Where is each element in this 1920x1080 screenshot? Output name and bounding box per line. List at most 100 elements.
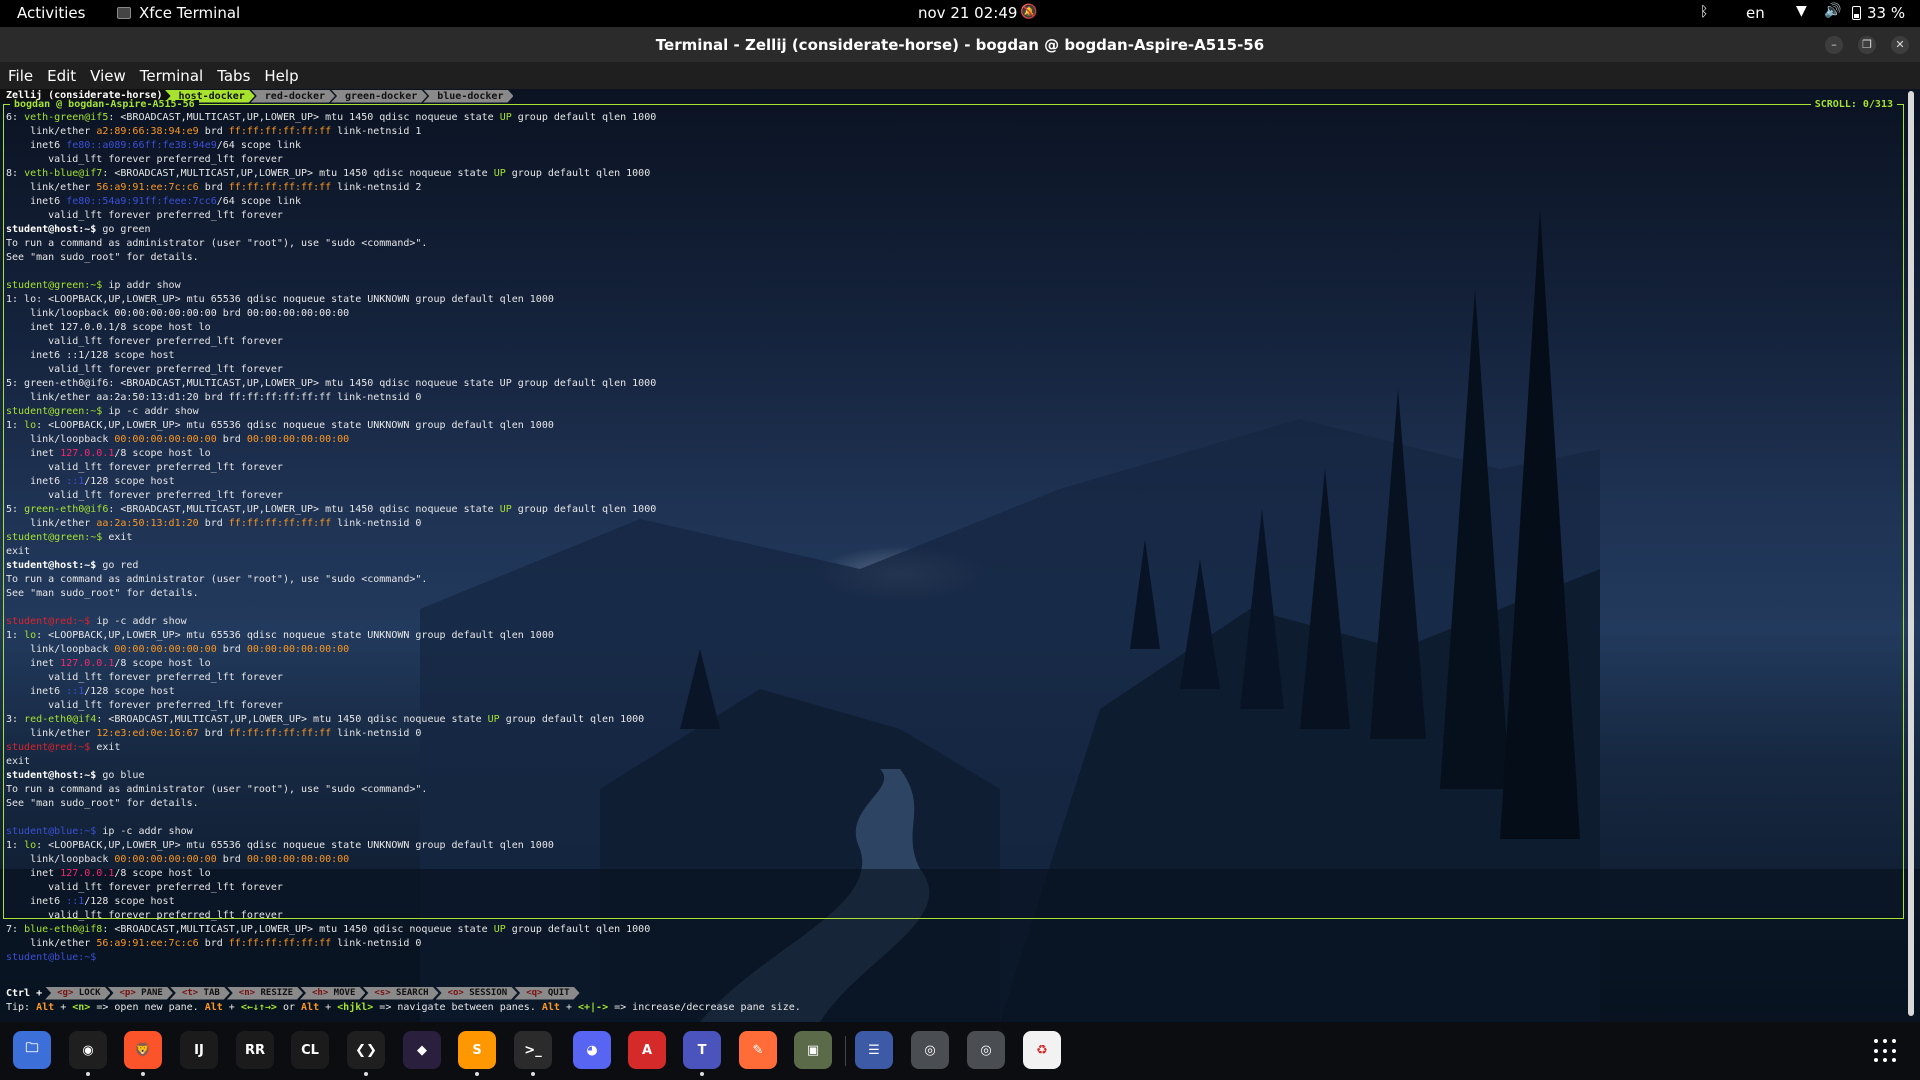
menu-edit[interactable]: Edit: [47, 62, 83, 89]
volume-icon[interactable]: 🔊: [1824, 3, 1841, 19]
terminal-line: valid_lft forever preferred_lft forever: [6, 699, 1899, 713]
postman-icon[interactable]: ✎: [739, 1031, 777, 1069]
tip-text: Alt: [541, 1002, 560, 1013]
terminal-text: brd: [198, 126, 229, 137]
terminal-line: student@host:~$ go red: [6, 559, 1899, 573]
terminal-text: blue-eth0@if8: [24, 924, 103, 935]
keybind-label: TAB: [198, 987, 220, 998]
menu-view[interactable]: View: [90, 62, 133, 89]
minimize-button[interactable]: –: [1825, 36, 1843, 54]
terminal-text: lo: [24, 840, 37, 851]
terminal-line: valid_lft forever preferred_lft forever: [6, 153, 1899, 167]
archive-icon[interactable]: ▣: [794, 1031, 832, 1069]
terminal-text: valid_lft forever preferred_lft forever: [6, 462, 283, 473]
teams-icon[interactable]: T: [683, 1031, 721, 1076]
terminal-text: ::1: [66, 476, 85, 487]
menu-file[interactable]: File: [8, 62, 40, 89]
tasks-icon[interactable]: ☰: [855, 1031, 893, 1069]
tip-text: <n>: [72, 1002, 91, 1013]
intellij-icon[interactable]: IJ: [180, 1031, 218, 1069]
terminal-text: exit: [6, 756, 31, 767]
keybind-lock: <g> LOCK: [45, 987, 110, 1000]
terminal-text: UP: [493, 168, 506, 179]
terminal-text: /128 scope host: [84, 476, 175, 487]
app-menu[interactable]: Xfce Terminal: [117, 4, 240, 22]
files-icon[interactable]: 🗀: [13, 1031, 51, 1069]
terminal-text: 8:: [6, 168, 25, 179]
pane-title: bogdan @ bogdan-Aspire-A515-56: [10, 100, 199, 110]
maximize-button[interactable]: ❐: [1858, 36, 1876, 54]
menu-bar: File Edit View Terminal Tabs Help: [0, 62, 1920, 89]
terminal-app-icon: [117, 7, 131, 19]
battery-indicator[interactable]: 33 %: [1852, 4, 1905, 22]
terminal-line: 6: veth-green@if5: <BROADCAST,MULTICAST,…: [6, 111, 1899, 125]
discord-icon[interactable]: ◕: [573, 1031, 611, 1069]
wifi-icon[interactable]: ▼: [1796, 3, 1807, 19]
keybind-key: <q>: [526, 987, 543, 998]
disk-icon-2[interactable]: ◎: [967, 1031, 1005, 1069]
vscode-icon[interactable]: ❮❯: [347, 1031, 385, 1076]
trash-icon[interactable]: ♻: [1023, 1031, 1061, 1069]
terminal-line: inet 127.0.0.1/8 scope host lo: [6, 321, 1899, 335]
terminal-line: link/ether 56:a9:91:ee:7c:c6 brd ff:ff:f…: [6, 937, 1899, 951]
keybind-key: <h>: [312, 987, 329, 998]
bluetooth-icon[interactable]: ᛒ: [1700, 4, 1708, 20]
terminal-line: inet 127.0.0.1/8 scope host lo: [6, 657, 1899, 671]
sublime-icon[interactable]: S: [458, 1031, 496, 1076]
clion-icon[interactable]: CL: [291, 1031, 329, 1069]
terminal-text: See "man sudo_root" for details.: [6, 252, 199, 263]
clock[interactable]: nov 21 02:49: [918, 4, 1017, 22]
close-button[interactable]: ✕: [1891, 36, 1909, 54]
activities-button[interactable]: Activities: [17, 4, 85, 22]
terminal-line: link/loopback 00:00:00:00:00:00 brd 00:0…: [6, 853, 1899, 867]
window-titlebar[interactable]: Terminal - Zellij (considerate-horse) - …: [0, 27, 1920, 62]
terminal-text: brd: [216, 854, 247, 865]
rider-icon[interactable]: RR: [236, 1031, 274, 1069]
terminal-text: student@host:~$: [6, 770, 97, 781]
terminal-pane[interactable]: bogdan @ bogdan-Aspire-A515-56 SCROLL: 0…: [3, 100, 1904, 963]
keybind-label: SEARCH: [390, 987, 429, 998]
tab-blue-docker[interactable]: blue-docker: [423, 90, 513, 103]
terminal-text: valid_lft forever preferred_lft forever: [6, 210, 283, 221]
terminal-text: ff:ff:ff:ff:ff:ff: [228, 518, 332, 529]
tab-red-docker[interactable]: red-docker: [251, 90, 335, 103]
terminal-text: student@red:~$: [6, 742, 91, 753]
tab-green-docker[interactable]: green-docker: [331, 90, 427, 103]
terminal-text: student@green:~$: [6, 532, 103, 543]
terminal-text: 127.0.0.1: [60, 868, 115, 879]
terminal-line: student@green:~$ ip addr show: [6, 279, 1899, 293]
terminal-text: UP: [487, 714, 500, 725]
terminal-line: valid_lft forever preferred_lft forever: [6, 671, 1899, 685]
terminal-text: link-netnsid 2: [331, 182, 422, 193]
menu-tabs[interactable]: Tabs: [217, 62, 257, 89]
chrome-icon[interactable]: ◉: [69, 1031, 107, 1076]
terminal-line: link/ether aa:2a:50:13:d1:20 brd ff:ff:f…: [6, 517, 1899, 531]
terminal-line: 7: blue-eth0@if8: <BROADCAST,MULTICAST,U…: [6, 923, 1899, 937]
terminal-view[interactable]: Zellij (considerate-horse) host-docker r…: [0, 89, 1920, 1022]
menu-help[interactable]: Help: [264, 62, 305, 89]
pdf-icon[interactable]: A: [628, 1031, 666, 1069]
dock-separator: [845, 1036, 846, 1066]
show-apps-grid-icon[interactable]: [1874, 1039, 1898, 1063]
terminal-text: valid_lft forever preferred_lft forever: [6, 490, 283, 501]
app-name: Xfce Terminal: [139, 4, 241, 22]
terminal-scrollbar[interactable]: [1908, 91, 1914, 1016]
obsidian-icon[interactable]: ◆: [403, 1031, 441, 1069]
keybind-tab: <t> TAB: [170, 987, 230, 1000]
terminal-icon[interactable]: >_: [514, 1031, 552, 1076]
tip-text: <+|->: [577, 1002, 609, 1013]
terminal-text: ip -c addr show: [96, 826, 193, 837]
terminal-text: UP: [493, 924, 506, 935]
terminal-line: 8: veth-blue@if7: <BROADCAST,MULTICAST,U…: [6, 167, 1899, 181]
language-indicator[interactable]: en: [1746, 4, 1765, 22]
brave-icon[interactable]: 🦁: [124, 1031, 162, 1076]
keybind-key: <n>: [238, 987, 256, 998]
terminal-text: See "man sudo_root" for details.: [6, 798, 199, 809]
disk-icon-1[interactable]: ◎: [911, 1031, 949, 1069]
battery-icon: [1852, 6, 1861, 20]
terminal-text: 127.0.0.1: [60, 448, 115, 459]
terminal-text: link-netnsid 0: [331, 518, 422, 529]
menu-terminal[interactable]: Terminal: [140, 62, 210, 89]
